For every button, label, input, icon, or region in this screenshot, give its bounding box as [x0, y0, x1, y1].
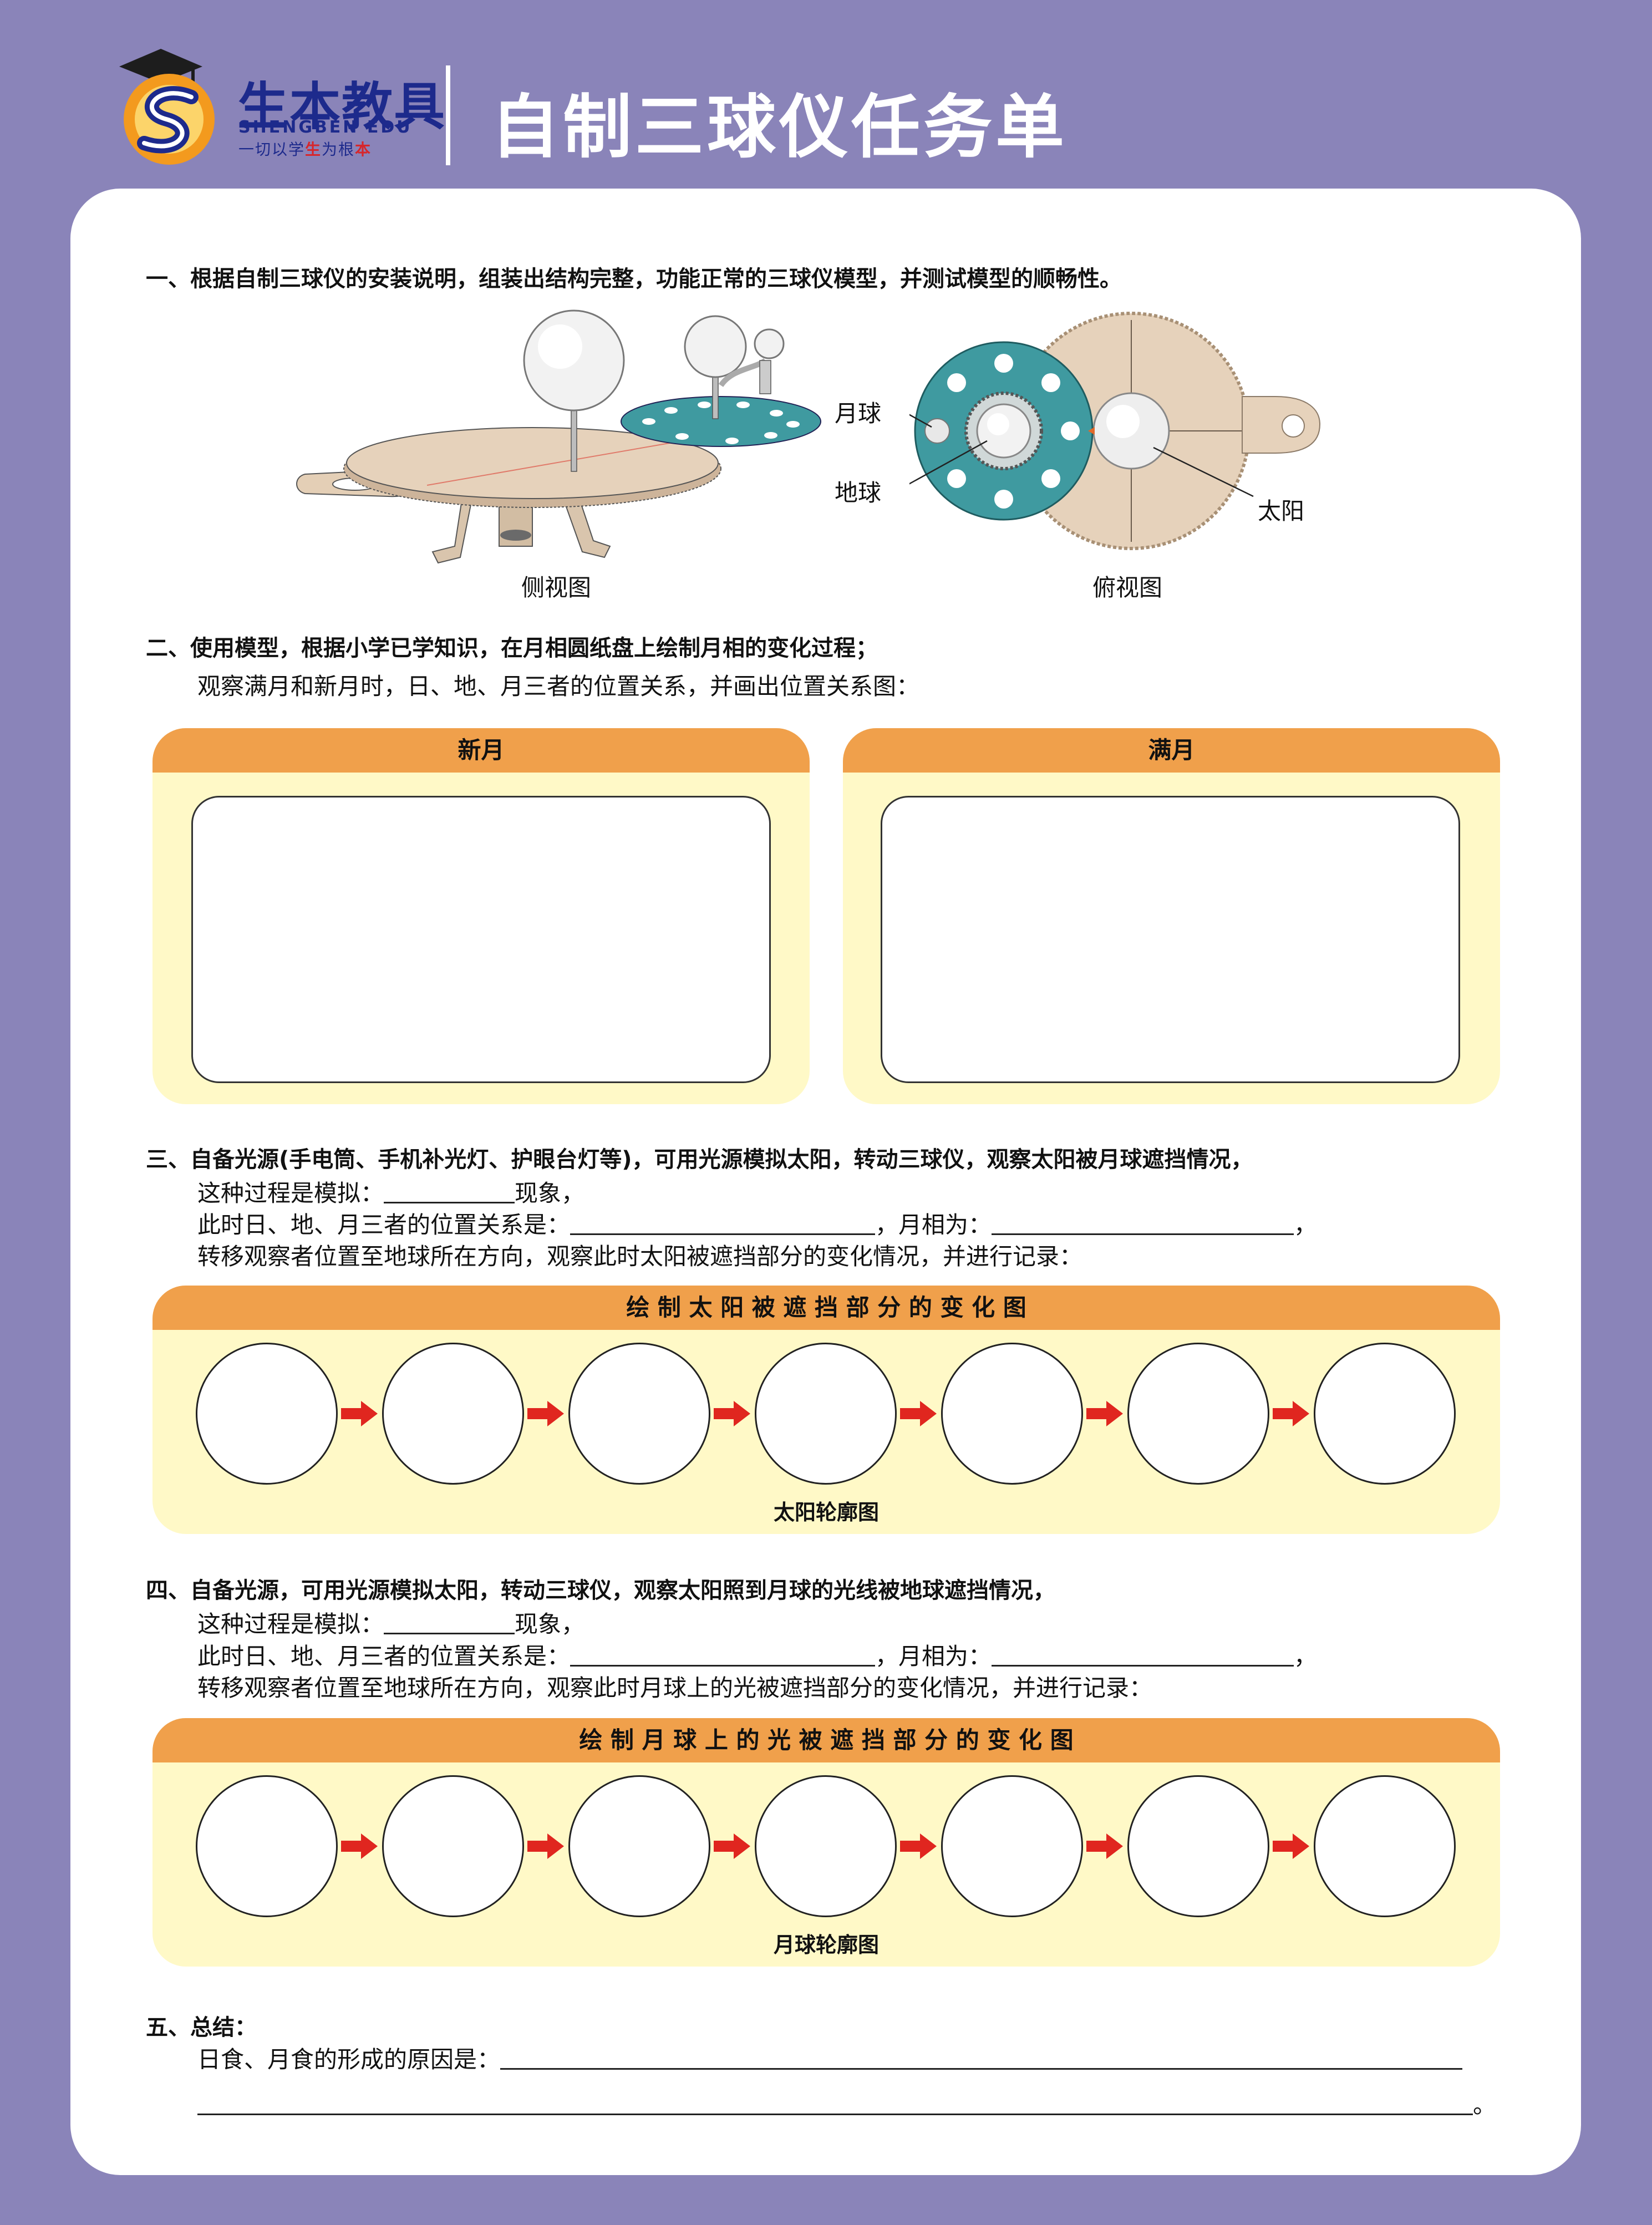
- section3-line1: 这种过程是模拟： 现象，: [197, 1180, 585, 1207]
- section3-heading: 三、自备光源(手电筒、手机补光灯、护眼台灯等)，可用光源模拟太阳，转动三球仪，观…: [146, 1147, 1253, 1172]
- full-moon-card-title: 满月: [843, 728, 1500, 773]
- section4-line2: 此时日、地、月三者的位置关系是： ，月相为：，: [197, 1643, 1318, 1670]
- brand-slogan: 一切以学生为根本: [238, 140, 372, 159]
- arrow-right-icon: [341, 1401, 378, 1426]
- page-title: 自制三球仪任务单: [491, 88, 1068, 167]
- full-moon-card: 满月: [843, 728, 1500, 1104]
- solar-circle[interactable]: [755, 1343, 897, 1485]
- header-divider: [446, 65, 450, 165]
- phenomenon-blank[interactable]: [384, 1180, 515, 1203]
- new-moon-card: 新月: [153, 728, 810, 1104]
- section4-line1: 这种过程是模拟： 现象，: [197, 1611, 585, 1638]
- section3-line2: 此时日、地、月三者的位置关系是： ，月相为：，: [197, 1211, 1318, 1238]
- lunar-eclipse-card-title: 绘 制 月 球 上 的 光 被 遮 挡 部 分 的 变 化 图: [153, 1718, 1500, 1762]
- solar-circle[interactable]: [196, 1343, 338, 1485]
- side-view-diagram: [296, 309, 821, 564]
- section2-heading: 二、使用模型，根据小学已学知识，在月相圆纸盘上绘制月相的变化过程；: [146, 636, 878, 661]
- section4-line3: 转移观察者位置至地球所在方向，观察此时月球上的光被遮挡部分的变化情况，并进行记录…: [197, 1674, 1153, 1701]
- solar-circle[interactable]: [1314, 1343, 1456, 1485]
- arrow-right-icon: [1086, 1401, 1123, 1426]
- lunar-circle[interactable]: [1127, 1775, 1269, 1917]
- arrow-right-icon: [1086, 1833, 1123, 1859]
- arrow-right-icon: [714, 1401, 750, 1426]
- lunar-circle[interactable]: [568, 1775, 710, 1917]
- lunar-circle[interactable]: [382, 1775, 524, 1917]
- logo-icon: [119, 49, 215, 165]
- label-sun: 太阳: [1258, 497, 1305, 525]
- solar-card-footer: 太阳轮廓图: [773, 1500, 879, 1525]
- moon-phase-blank[interactable]: [992, 1643, 1294, 1667]
- side-view-caption: 侧视图: [521, 574, 592, 601]
- full-moon-drawing-area[interactable]: [881, 796, 1460, 1083]
- solar-eclipse-card: 绘 制 太 阳 被 遮 挡 部 分 的 变 化 图 太阳轮廓图: [153, 1286, 1500, 1534]
- section2-subtext: 观察满月和新月时，日、地、月三者的位置关系，并画出位置关系图：: [197, 673, 920, 700]
- section5-heading: 五、总结：: [146, 2015, 257, 2040]
- lunar-circle[interactable]: [1314, 1775, 1456, 1917]
- new-moon-card-title: 新月: [153, 728, 810, 773]
- arrow-right-icon: [527, 1833, 564, 1859]
- summary-line1: 日食、月食的形成的原因是：: [197, 2041, 1463, 2075]
- arrow-right-icon: [341, 1833, 378, 1859]
- page-header: 生本教具 SHENGBEN EDU 一切以学生为根本 自制三球仪任务单: [0, 0, 1652, 189]
- position-relation-blank[interactable]: [570, 1212, 876, 1235]
- summary-line2: 。: [197, 2086, 1496, 2120]
- top-view-caption: 俯视图: [1092, 574, 1163, 601]
- position-relation-blank[interactable]: [570, 1643, 876, 1667]
- new-moon-drawing-area[interactable]: [191, 796, 771, 1083]
- section4-heading: 四、自备光源，可用光源模拟太阳，转动三球仪，观察太阳照到月球的光线被地球遮挡情况…: [146, 1578, 1055, 1603]
- lunar-circle[interactable]: [941, 1775, 1083, 1917]
- solar-eclipse-card-title: 绘 制 太 阳 被 遮 挡 部 分 的 变 化 图: [153, 1286, 1500, 1330]
- solar-circle[interactable]: [568, 1343, 710, 1485]
- phenomenon-blank[interactable]: [384, 1611, 515, 1634]
- arrow-right-icon: [1273, 1401, 1309, 1426]
- solar-circle[interactable]: [382, 1343, 524, 1485]
- lunar-circle[interactable]: [196, 1775, 338, 1917]
- section3-line3: 转移观察者位置至地球所在方向，观察此时太阳被遮挡部分的变化情况，并进行记录：: [197, 1243, 1083, 1270]
- lunar-card-footer: 月球轮廓图: [773, 1933, 879, 1957]
- solar-circle[interactable]: [1127, 1343, 1269, 1485]
- arrow-right-icon: [900, 1401, 937, 1426]
- arrow-right-icon: [714, 1833, 750, 1859]
- brand-english: SHENGBEN EDU: [238, 118, 413, 137]
- arrow-right-icon: [527, 1401, 564, 1426]
- moon-phase-blank[interactable]: [992, 1212, 1294, 1235]
- summary-blank-1[interactable]: [500, 2046, 1463, 2070]
- section1-heading: 一、根据自制三球仪的安装说明，组装出结构完整，功能正常的三球仪模型，并测试模型的…: [146, 266, 1122, 292]
- summary-blank-2[interactable]: [197, 2092, 1473, 2115]
- lunar-eclipse-card: 绘 制 月 球 上 的 光 被 遮 挡 部 分 的 变 化 图 月球轮廓图: [153, 1718, 1500, 1967]
- arrow-right-icon: [900, 1833, 937, 1859]
- lunar-circle[interactable]: [755, 1775, 897, 1917]
- solar-circle[interactable]: [941, 1343, 1083, 1485]
- label-earth: 地球: [835, 479, 882, 506]
- label-moon: 月球: [835, 400, 882, 427]
- arrow-right-icon: [1273, 1833, 1309, 1859]
